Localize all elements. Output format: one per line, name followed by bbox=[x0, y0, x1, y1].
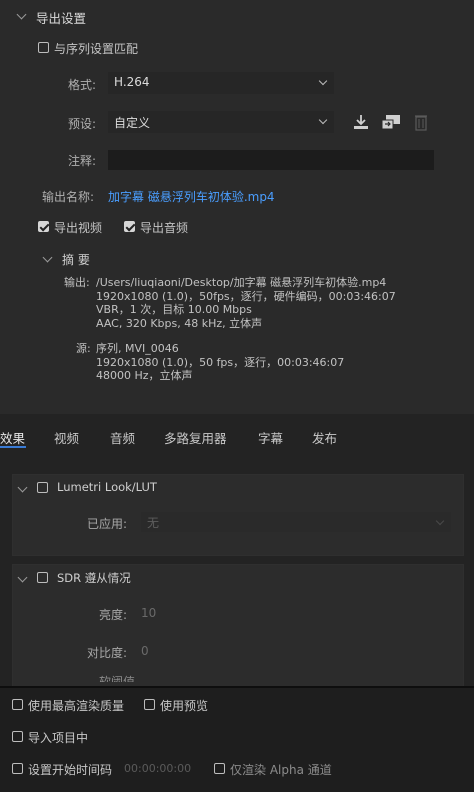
summary-header: 摘 要 bbox=[62, 253, 90, 267]
sdr-section: SDR 遵从情况 亮度: 10 对比度: 0 软阈值 bbox=[12, 564, 464, 688]
set-start-timecode-checkbox[interactable] bbox=[12, 763, 23, 774]
format-label: 格式: bbox=[68, 78, 97, 92]
output-name-link[interactable]: 加字幕 磁悬浮列车初体验.mp4 bbox=[108, 188, 275, 205]
comment-label: 注释: bbox=[68, 154, 97, 168]
chevron-down-icon bbox=[435, 516, 445, 526]
chevron-down-icon bbox=[318, 115, 328, 125]
summary-output-line: VBR，1 次，目标 10.00 Mbps bbox=[96, 303, 252, 316]
tab-captions[interactable]: 字幕 bbox=[258, 428, 283, 447]
export-video-label: 导出视频 bbox=[54, 221, 103, 235]
max-render-quality-label: 使用最高渲染质量 bbox=[28, 699, 125, 713]
contrast-label: 对比度: bbox=[87, 646, 128, 660]
tab-publish[interactable]: 发布 bbox=[312, 428, 337, 447]
collapse-lumetri-icon[interactable] bbox=[17, 482, 28, 493]
preset-select[interactable]: 自定义 bbox=[108, 111, 334, 133]
render-alpha-only-checkbox[interactable] bbox=[214, 763, 225, 774]
applied-value: 无 bbox=[147, 516, 160, 530]
export-audio-label: 导出音频 bbox=[140, 221, 189, 235]
summary-source-label: 源: bbox=[76, 342, 91, 355]
trash-icon[interactable] bbox=[414, 113, 428, 131]
lumetri-checkbox[interactable] bbox=[37, 482, 48, 493]
lumetri-label: Lumetri Look/LUT bbox=[57, 480, 157, 494]
sdr-label: SDR 遵从情况 bbox=[57, 571, 131, 585]
collapse-summary-icon[interactable] bbox=[42, 252, 53, 263]
collapse-sdr-icon[interactable] bbox=[17, 572, 28, 583]
partial-label: 软阈值 bbox=[99, 675, 136, 682]
set-start-timecode-label: 设置开始时间码 bbox=[28, 763, 113, 777]
format-value: H.264 bbox=[114, 75, 150, 89]
chevron-down-icon bbox=[318, 76, 328, 86]
import-into-project-checkbox[interactable] bbox=[12, 731, 23, 742]
summary-source-line: 1920x1080 (1.0)，50 fps，逐行，00:03:46:07 bbox=[96, 355, 345, 369]
import-into-project-label: 导入项目中 bbox=[28, 731, 89, 745]
lumetri-section: Lumetri Look/LUT 已应用: 无 bbox=[12, 474, 464, 556]
active-tab-indicator bbox=[0, 446, 26, 448]
start-timecode-value[interactable]: 00:00:00:00 bbox=[124, 762, 191, 775]
render-alpha-only-label: 仅渲染 Alpha 通道 bbox=[230, 763, 332, 777]
summary-output-line: AAC, 320 Kbps, 48 kHz, 立体声 bbox=[96, 316, 263, 330]
tab-multiplexer[interactable]: 多路复用器 bbox=[164, 428, 227, 447]
summary-source-details: 序列, MVI_0046 1920x1080 (1.0)，50 fps，逐行，0… bbox=[96, 342, 344, 383]
collapse-export-settings-icon[interactable] bbox=[16, 9, 27, 20]
tab-audio[interactable]: 音频 bbox=[110, 428, 135, 447]
summary-output-line: /Users/liuqiaoni/Desktop/加字幕 磁悬浮列车初体验.mp… bbox=[96, 276, 387, 289]
settings-tabs: 效果 视频 音频 多路复用器 字幕 发布 bbox=[0, 424, 474, 450]
brightness-label: 亮度: bbox=[99, 608, 128, 622]
output-name-label: 输出名称: bbox=[42, 190, 95, 204]
brightness-value[interactable]: 10 bbox=[141, 606, 156, 620]
match-sequence-checkbox[interactable] bbox=[38, 42, 49, 53]
comment-field[interactable] bbox=[108, 150, 434, 170]
summary-source-line: 序列, MVI_0046 bbox=[96, 342, 179, 355]
export-video-checkbox[interactable] bbox=[38, 221, 49, 232]
preset-label: 预设: bbox=[68, 117, 97, 131]
match-sequence-label: 与序列设置匹配 bbox=[54, 42, 139, 56]
tab-effects[interactable]: 效果 bbox=[0, 428, 25, 447]
bottom-options-bar: 使用最高渲染质量 使用预览 导入项目中 设置开始时间码 00:00:00:00 … bbox=[0, 686, 474, 792]
preset-value: 自定义 bbox=[114, 116, 151, 130]
export-settings-panel: 导出设置 与序列设置匹配 格式: H.264 预设: 自定义 注释: 输出名称:… bbox=[0, 0, 474, 414]
sdr-checkbox[interactable] bbox=[37, 572, 48, 583]
export-audio-checkbox[interactable] bbox=[124, 221, 135, 232]
applied-select[interactable]: 无 bbox=[141, 512, 451, 532]
save-preset-icon[interactable] bbox=[352, 114, 370, 130]
max-render-quality-checkbox[interactable] bbox=[12, 699, 23, 710]
summary-output-details: /Users/liuqiaoni/Desktop/加字幕 磁悬浮列车初体验.mp… bbox=[96, 276, 396, 330]
export-settings-header: 导出设置 bbox=[36, 11, 87, 26]
applied-label: 已应用: bbox=[87, 517, 128, 531]
format-select[interactable]: H.264 bbox=[108, 72, 334, 94]
contrast-value[interactable]: 0 bbox=[141, 644, 149, 658]
tab-video[interactable]: 视频 bbox=[54, 428, 79, 447]
use-previews-label: 使用预览 bbox=[160, 699, 209, 713]
import-preset-icon[interactable] bbox=[380, 113, 402, 131]
use-previews-checkbox[interactable] bbox=[144, 699, 155, 710]
summary-source-line: 48000 Hz，立体声 bbox=[96, 369, 193, 382]
summary-output-label: 输出: bbox=[64, 276, 90, 289]
summary-output-line: 1920x1080 (1.0)，50fps，逐行，硬件编码，00:03:46:0… bbox=[96, 289, 396, 303]
